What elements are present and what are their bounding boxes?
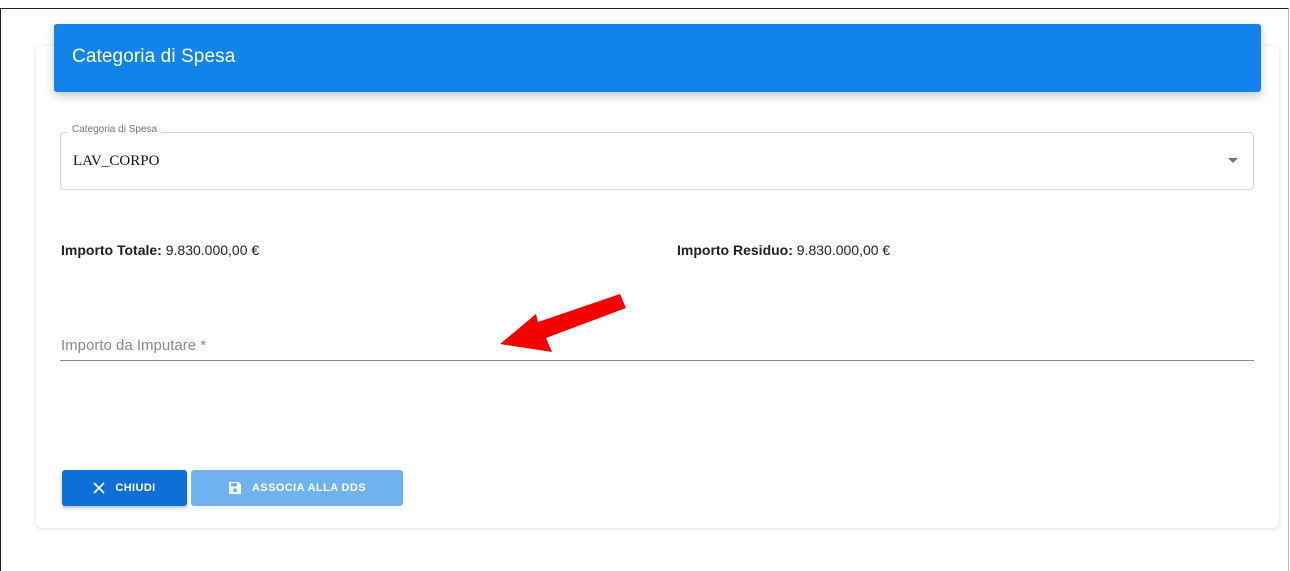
dialog-card bbox=[36, 46, 1279, 528]
close-button-label: CHIUDI bbox=[115, 482, 156, 494]
associate-dds-button-label: ASSOCIA ALLA DDS bbox=[252, 482, 366, 494]
associate-dds-button[interactable]: ASSOCIA ALLA DDS bbox=[191, 470, 403, 506]
importo-totale-value: 9.830.000,00 € bbox=[165, 242, 260, 258]
floppy-disk-icon bbox=[228, 481, 242, 495]
dialog-header: Categoria di Spesa bbox=[54, 24, 1261, 92]
importo-da-imputare-input[interactable]: Importo da Imputare * bbox=[61, 337, 206, 354]
category-select-value[interactable]: LAV_CORPO bbox=[73, 153, 159, 170]
importo-totale-label: Importo Totale: bbox=[61, 242, 162, 258]
importo-residuo-value: 9.830.000,00 € bbox=[796, 242, 891, 258]
importo-input-underline bbox=[60, 360, 1254, 361]
importo-residuo: Importo Residuo: 9.830.000,00 € bbox=[677, 242, 890, 258]
close-button[interactable]: CHIUDI bbox=[62, 470, 187, 506]
dialog-title: Categoria di Spesa bbox=[72, 46, 236, 67]
importo-totale: Importo Totale: 9.830.000,00 € bbox=[61, 242, 259, 258]
close-icon bbox=[93, 482, 105, 494]
category-select[interactable] bbox=[60, 132, 1254, 190]
red-arrow-annotation bbox=[500, 294, 626, 352]
importo-residuo-label: Importo Residuo: bbox=[677, 242, 793, 258]
category-select-label: Categoria di Spesa bbox=[68, 124, 162, 135]
chevron-down-icon[interactable] bbox=[1228, 158, 1238, 163]
